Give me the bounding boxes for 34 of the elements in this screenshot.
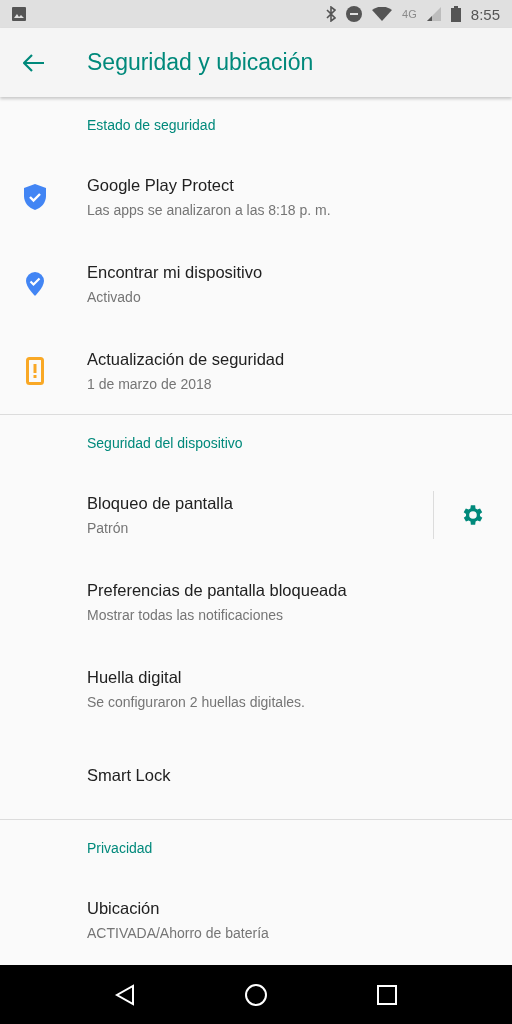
setting-title[interactable]: Actualización de seguridad (87, 349, 512, 369)
wifi-icon (372, 7, 393, 21)
circle-home-icon[interactable] (244, 982, 268, 1007)
setting-summary: Se configuraron 2 huellas digitales. (87, 693, 306, 710)
setting-summary: ACTIVADA/Ahorro de batería (87, 924, 270, 941)
screen-title: Seguridad y ubicación (87, 49, 314, 76)
bluetooth-icon (326, 6, 337, 22)
signal-icon (426, 7, 441, 21)
setting-summary: Las apps se analizaron a las 8:18 p. m. (87, 201, 332, 218)
setting-summary: Activado (87, 288, 142, 305)
setting-title[interactable]: Bloqueo de pantalla (87, 493, 433, 513)
setting-summary: 1 de marzo de 2018 (87, 375, 213, 392)
setting-title[interactable]: Smart Lock (87, 766, 512, 785)
phone-alert-icon (25, 356, 44, 385)
do-not-disturb-icon (346, 6, 363, 22)
section-header: Seguridad del dispositivo (87, 435, 243, 451)
image-icon (12, 7, 26, 21)
setting-title[interactable]: Huella digital (87, 667, 512, 687)
setting-title[interactable]: Encontrar mi dispositivo (87, 262, 512, 282)
square-recents-icon[interactable] (376, 984, 397, 1005)
triangle-back-icon[interactable] (114, 983, 137, 1006)
battery-icon (450, 6, 461, 22)
section-header: Privacidad (87, 840, 153, 856)
clock-time: 8:55 (470, 5, 500, 23)
setting-summary: Patrón (87, 519, 130, 536)
setting-title[interactable]: Preferencias de pantalla bloqueada (87, 580, 512, 600)
setting-summary: Mostrar todas las notificaciones (87, 606, 285, 623)
section-header: Estado de seguridad (87, 117, 216, 133)
network-type: 4G (402, 8, 417, 20)
setting-title[interactable]: Ubicación (87, 898, 512, 918)
setting-title[interactable]: Google Play Protect (87, 175, 512, 195)
location-pin-icon (24, 270, 45, 297)
shield-check-icon (22, 182, 47, 211)
back-arrow-icon[interactable] (23, 53, 45, 72)
